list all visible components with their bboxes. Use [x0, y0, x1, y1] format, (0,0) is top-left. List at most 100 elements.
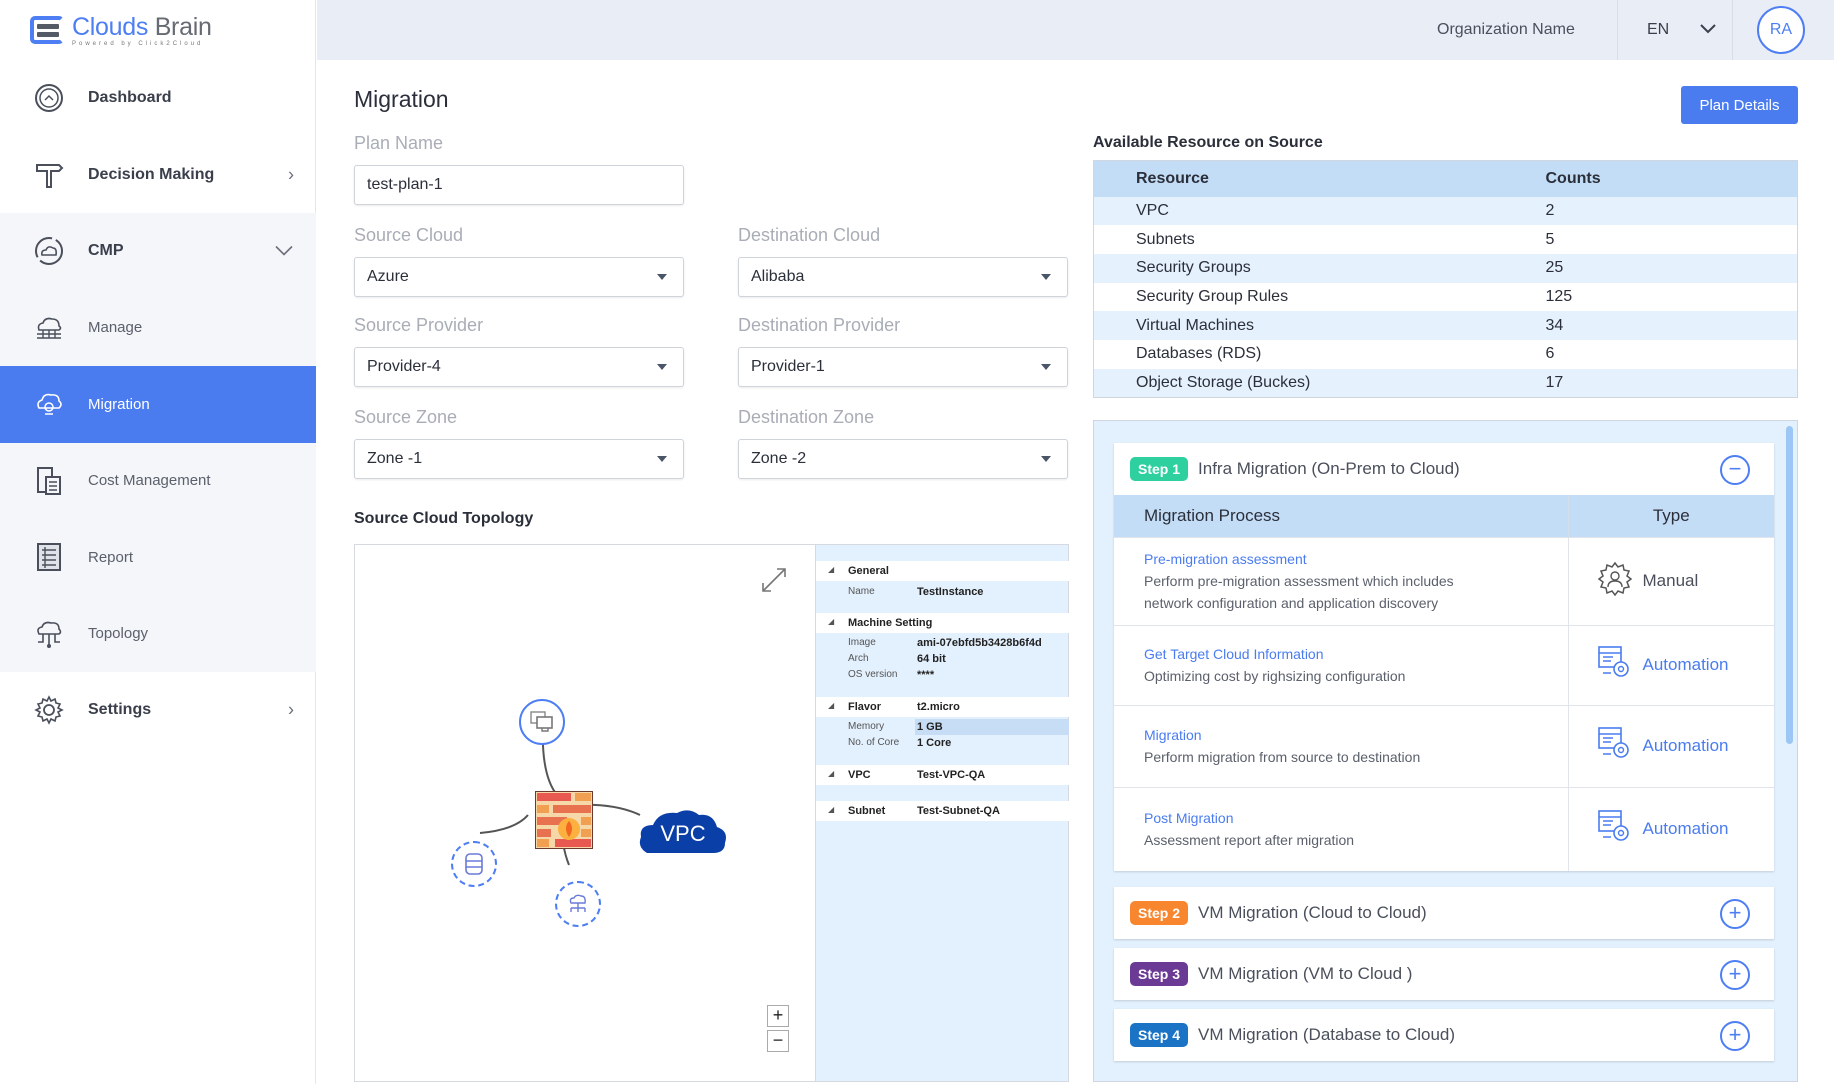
- process-type: Automation: [1642, 819, 1729, 839]
- column-header: Resource: [1093, 160, 1546, 197]
- vpc-cloud-node[interactable]: VPC: [637, 807, 729, 855]
- chevron-down-icon[interactable]: [1697, 18, 1719, 40]
- expand-plus-icon[interactable]: +: [1720, 1021, 1750, 1051]
- logo-primary: Clouds: [72, 12, 149, 41]
- sidebar-item-cmp[interactable]: CMP: [0, 213, 316, 290]
- logo-secondary: Brain: [154, 12, 212, 41]
- sidebar-item-report[interactable]: Report: [0, 519, 316, 596]
- sidebar-item-manage[interactable]: Manage: [0, 289, 316, 366]
- chevron-right-icon: ›: [288, 164, 294, 185]
- property-key: Image: [848, 637, 876, 648]
- scrollbar[interactable]: [1786, 426, 1793, 744]
- process-link[interactable]: Migration: [1144, 724, 1568, 746]
- resource-count: 25: [1545, 253, 1798, 283]
- property-group-subnet[interactable]: ◢ Subnet Test-Subnet-QA: [816, 801, 1069, 821]
- table-row: Post Migration Assessment report after m…: [1114, 786, 1774, 871]
- sidebar-nav: Dashboard Decision Making › CMP Manage M…: [0, 60, 316, 749]
- sidebar-item-migration[interactable]: Migration: [0, 366, 316, 443]
- table-row: VPC 2: [1093, 196, 1798, 226]
- source-provider-label: Source Provider: [354, 315, 484, 335]
- sidebar-item-settings[interactable]: Settings ›: [0, 672, 316, 749]
- top-bar: Organization Name EN RA: [317, 0, 1834, 60]
- step-header[interactable]: Step 3 VM Migration (VM to Cloud ) +: [1114, 948, 1774, 1000]
- organization-name[interactable]: Organization Name: [1437, 0, 1575, 60]
- property-value: 64 bit: [917, 653, 946, 665]
- source-provider-select[interactable]: Provider-4: [354, 347, 684, 387]
- property-value: ami-07ebfd5b3428b6f4d: [917, 637, 1042, 649]
- property-key: OS version: [848, 669, 898, 680]
- step-card: Step 3 VM Migration (VM to Cloud ) +: [1114, 948, 1774, 1000]
- process-link[interactable]: Pre-migration assessment: [1144, 548, 1568, 570]
- sidebar-item-topology[interactable]: Topology: [0, 595, 316, 672]
- destination-zone-select[interactable]: Zone -2: [738, 439, 1068, 479]
- database-node-icon[interactable]: [451, 841, 497, 887]
- avatar[interactable]: RA: [1757, 6, 1805, 54]
- step-badge: Step 2: [1130, 901, 1189, 925]
- sidebar-item-decision-making[interactable]: Decision Making ›: [0, 137, 316, 214]
- source-zone-select[interactable]: Zone -1: [354, 439, 684, 479]
- destination-cloud-label: Destination Cloud: [738, 225, 881, 245]
- chevron-right-icon: ›: [288, 699, 294, 720]
- property-group-flavor[interactable]: ◢ Flavor t2.micro: [816, 697, 1069, 717]
- process-description: Perform pre-migration assessment which i…: [1144, 573, 1454, 589]
- resources-table: Resource Counts VPC 2 Subnets 5 Security Gro…: [1093, 160, 1798, 398]
- zoom-out-button[interactable]: −: [767, 1030, 789, 1052]
- step-header[interactable]: Step 4 VM Migration (Database to Cloud) …: [1114, 1009, 1774, 1061]
- expand-plus-icon[interactable]: +: [1720, 899, 1750, 929]
- step-header[interactable]: Step 2 VM Migration (Cloud to Cloud) +: [1114, 887, 1774, 939]
- property-group-general[interactable]: ◢ General: [816, 561, 1069, 581]
- step-header[interactable]: Step 1 Infra Migration (On-Prem to Cloud…: [1114, 443, 1774, 495]
- table-row: Object Storage (Buckes) 17: [1093, 368, 1798, 398]
- collapse-icon[interactable]: −: [1720, 455, 1750, 485]
- destination-provider-select[interactable]: Provider-1: [738, 347, 1068, 387]
- topology-canvas[interactable]: VPC + −: [355, 545, 815, 1081]
- step-card: Step 2 VM Migration (Cloud to Cloud) +: [1114, 887, 1774, 939]
- property-row: OS version ****: [816, 667, 1069, 683]
- destination-provider-label: Destination Provider: [738, 315, 901, 335]
- zoom-in-button[interactable]: +: [767, 1005, 789, 1027]
- destination-zone-label: Destination Zone: [738, 407, 875, 427]
- property-group-vpc[interactable]: ◢ VPC Test-VPC-QA: [816, 765, 1069, 785]
- plan-name-input[interactable]: test-plan-1: [354, 165, 684, 205]
- step-badge: Step 1: [1130, 457, 1189, 481]
- table-row: Get Target Cloud Information Optimizing …: [1114, 624, 1774, 705]
- resource-count: 17: [1545, 368, 1798, 398]
- resource-count: 5: [1545, 225, 1798, 254]
- gear-icon: [32, 693, 66, 727]
- property-group-machine[interactable]: ◢ Machine Setting: [816, 613, 1069, 633]
- source-provider-value: Provider-4: [367, 358, 441, 375]
- process-link[interactable]: Post Migration: [1144, 807, 1568, 829]
- source-zone-label: Source Zone: [354, 407, 458, 427]
- process-link[interactable]: Get Target Cloud Information: [1144, 643, 1568, 665]
- divider: [1732, 0, 1733, 60]
- resources-title: Available Resource on Source: [1093, 134, 1323, 151]
- vm-node-icon[interactable]: [519, 699, 565, 745]
- sidebar-item-label: Topology: [88, 625, 149, 643]
- step-title: VM Migration (Cloud to Cloud): [1198, 903, 1427, 922]
- property-row: Arch 64 bit: [816, 651, 1069, 667]
- network-node-icon[interactable]: [555, 881, 601, 927]
- step-badge: Step 4: [1130, 1023, 1189, 1047]
- sidebar-item-label: Settings: [88, 701, 152, 719]
- cloud-cycle-icon: [32, 234, 66, 268]
- expand-icon[interactable]: [759, 565, 789, 595]
- sidebar-item-dashboard[interactable]: Dashboard: [0, 60, 316, 137]
- property-key: Arch: [848, 653, 869, 664]
- destination-cloud-select[interactable]: Alibaba: [738, 257, 1068, 297]
- dropdown-arrow-icon: [657, 364, 667, 370]
- source-cloud-select[interactable]: Azure: [354, 257, 684, 297]
- expand-plus-icon[interactable]: +: [1720, 960, 1750, 990]
- property-value: TestInstance: [917, 586, 984, 598]
- process-description: network configuration and application di…: [1144, 595, 1439, 611]
- automation-icon: [1597, 726, 1633, 767]
- logo[interactable]: Clouds Brain Powered by Click2Cloud: [28, 10, 212, 50]
- firewall-node-icon[interactable]: [534, 790, 594, 850]
- automation-icon: [1597, 809, 1633, 850]
- language-selector[interactable]: EN: [1647, 0, 1669, 60]
- logo-tagline: Powered by Click2Cloud: [72, 40, 204, 47]
- step-badge: Step 3: [1130, 962, 1189, 986]
- process-table: Migration Process Type Pre-migration ass…: [1114, 495, 1774, 871]
- plan-details-button[interactable]: Plan Details: [1681, 86, 1798, 124]
- sidebar-item-cost-management[interactable]: Cost Management: [0, 442, 316, 519]
- property-value: ****: [917, 669, 935, 681]
